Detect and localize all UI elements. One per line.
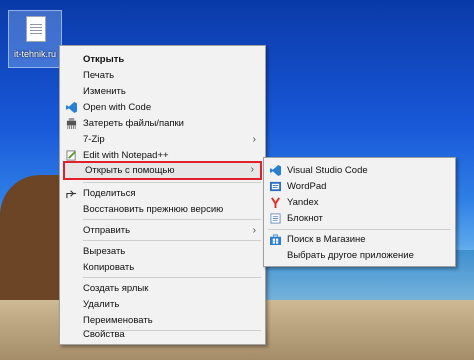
- menu-item-label: Печать: [83, 70, 115, 81]
- menu-item-cut[interactable]: Вырезать: [63, 243, 262, 260]
- submenu-item-label: WordPad: [287, 181, 327, 192]
- menu-item-label: 7-Zip: [83, 134, 105, 145]
- submenu-item-yandex[interactable]: Yandex: [267, 194, 452, 211]
- menu-item-label: Затереть файлы/папки: [83, 118, 184, 129]
- menu-item-label: Отправить: [83, 225, 131, 236]
- wordpad-icon: [270, 181, 281, 192]
- menu-item-label: Удалить: [83, 299, 120, 310]
- context-menu: Открыть Печать Изменить Open with Code З…: [59, 45, 266, 345]
- menu-item-label: Вырезать: [83, 246, 126, 257]
- chevron-right-icon: ›: [252, 225, 256, 236]
- submenu-item-vscode[interactable]: Visual Studio Code: [267, 162, 452, 179]
- notepad-icon: [270, 213, 281, 224]
- document-icon: [26, 16, 46, 42]
- menu-item-label: Восстановить прежнюю версию: [83, 204, 224, 215]
- menu-item-label: Копировать: [83, 262, 135, 273]
- open-with-submenu: Visual Studio Code WordPad Yandex Блокно…: [263, 157, 456, 267]
- chevron-right-icon: ›: [250, 164, 254, 175]
- menu-item-7zip[interactable]: 7-Zip ›: [63, 131, 262, 148]
- menu-item-label: Переименовать: [83, 315, 153, 326]
- submenu-item-notepad[interactable]: Блокнот: [267, 210, 452, 227]
- menu-item-print[interactable]: Печать: [63, 67, 262, 84]
- store-icon: [270, 234, 281, 245]
- submenu-item-label: Поиск в Магазине: [287, 234, 366, 245]
- menu-item-create-shortcut[interactable]: Создать ярлык: [63, 280, 262, 297]
- menu-item-label: Поделиться: [83, 188, 136, 199]
- submenu-item-choose-app[interactable]: Выбрать другое приложение: [267, 247, 452, 264]
- menu-separator: [83, 182, 261, 183]
- menu-item-edit[interactable]: Изменить: [63, 83, 262, 100]
- desktop-file-icon[interactable]: it-tehnik.ru: [8, 10, 62, 68]
- menu-item-label: Создать ярлык: [83, 283, 149, 294]
- submenu-separator: [268, 229, 451, 230]
- desktop-file-label: it-tehnik.ru: [13, 49, 57, 59]
- menu-item-label: Edit with Notepad++: [83, 150, 169, 161]
- menu-item-send-to[interactable]: Отправить ›: [63, 222, 262, 239]
- submenu-item-label: Visual Studio Code: [287, 165, 368, 176]
- menu-separator: [83, 240, 261, 241]
- chevron-right-icon: ›: [252, 134, 256, 145]
- menu-item-copy[interactable]: Копировать: [63, 259, 262, 276]
- menu-separator: [83, 219, 261, 220]
- menu-item-delete[interactable]: Удалить: [63, 296, 262, 313]
- menu-item-share[interactable]: Поделиться: [63, 185, 262, 202]
- share-icon: [66, 190, 77, 199]
- menu-item-restore-version[interactable]: Восстановить прежнюю версию: [63, 201, 262, 218]
- menu-item-properties[interactable]: Свойства: [63, 326, 262, 343]
- menu-item-open-with-code[interactable]: Open with Code: [63, 99, 262, 116]
- menu-separator: [83, 277, 261, 278]
- submenu-item-store-search[interactable]: Поиск в Магазине: [267, 231, 452, 248]
- submenu-item-wordpad[interactable]: WordPad: [267, 178, 452, 195]
- vscode-icon: [270, 165, 281, 176]
- menu-item-shred[interactable]: Затереть файлы/папки: [63, 115, 262, 132]
- menu-item-label: Открыть: [83, 54, 125, 65]
- submenu-item-label: Блокнот: [287, 213, 323, 224]
- menu-item-open-with[interactable]: Открыть с помощью ›: [63, 161, 262, 180]
- menu-item-open[interactable]: Открыть: [63, 51, 262, 68]
- yandex-icon: [271, 197, 280, 208]
- menu-item-label: Открыть с помощью: [85, 165, 175, 176]
- submenu-item-label: Выбрать другое приложение: [287, 250, 414, 261]
- notepadpp-icon: [66, 150, 76, 161]
- menu-item-label: Изменить: [83, 86, 126, 97]
- vscode-icon: [66, 102, 77, 113]
- shredder-icon: [66, 118, 77, 129]
- menu-item-label: Open with Code: [83, 102, 152, 113]
- menu-item-label: Свойства: [83, 329, 125, 340]
- submenu-item-label: Yandex: [287, 197, 319, 208]
